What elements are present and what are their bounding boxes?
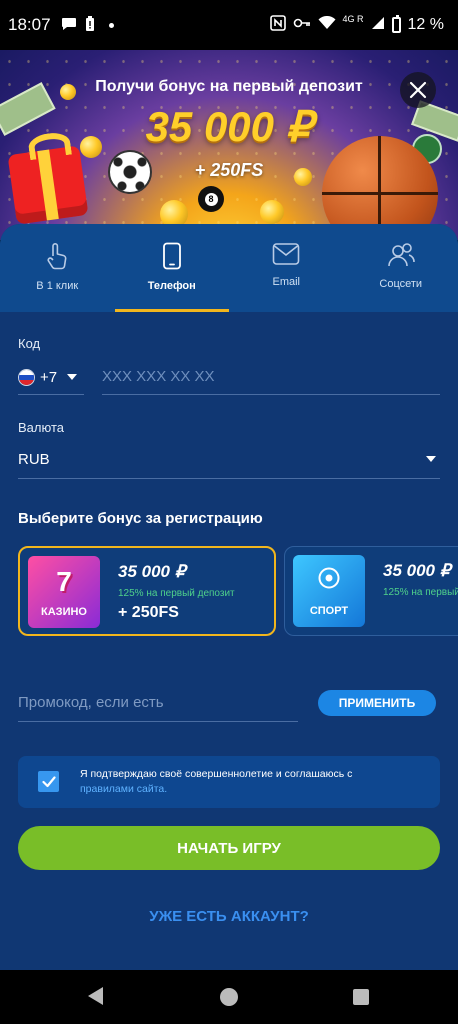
coin-image [260,200,284,224]
russia-flag-icon [18,368,35,386]
tab-label: Email [272,276,300,288]
battery-alert-icon [85,15,95,35]
currency-select[interactable]: RUB [18,444,440,474]
battery-icon [391,15,401,33]
consent-text: Я подтверждаю своё совершеннолетие и сог… [80,767,420,797]
consent-box: Я подтверждаю своё совершеннолетие и сог… [18,756,440,808]
recent-apps-icon[interactable] [353,989,369,1005]
bonus-card-casino[interactable]: 7 КАЗИНО 35 000 ₽ 125% на первый депозит… [18,546,276,636]
home-icon[interactable] [220,988,238,1006]
close-icon [409,81,427,99]
apply-promo-button[interactable]: ПРИМЕНИТЬ [318,690,436,716]
currency-value: RUB [18,450,50,468]
nfc-icon [269,14,286,36]
code-label: Код [18,336,41,351]
registration-panel: В 1 клик Телефон Email Соцсети Код +7 Ва… [0,224,458,970]
country-code-value: +7 [40,368,58,386]
billiard-ball-image: 8 [198,186,224,212]
mail-icon [272,243,300,265]
bonus-description: 125% на первый депозит [383,587,458,598]
check-icon [41,775,56,787]
status-right: 4G R 12 % [269,14,444,36]
bonus-amount: 35 000 ₽ [383,561,451,580]
promo-underline [18,721,298,722]
code-underline [18,394,84,395]
currency-label: Валюта [18,420,64,435]
bonus-name: СПОРТ [309,605,349,617]
chevron-down-icon [426,456,436,462]
wifi-icon [318,15,336,35]
key-icon [293,16,311,34]
users-icon [387,243,415,267]
tab-one-click[interactable]: В 1 клик [0,224,115,312]
tab-label: Телефон [147,280,196,292]
bonus-description: 125% на первый депозит [118,588,235,599]
bonus-amount: 35 000 ₽ [118,562,186,581]
chevron-down-icon [67,374,78,380]
tab-phone[interactable]: Телефон [114,224,230,312]
status-time: 18:07 [8,15,51,34]
system-nav-bar [0,970,458,1024]
soccer-ball-icon [318,567,340,589]
consent-checkbox[interactable] [38,771,59,792]
seven-icon: 7 [56,566,72,597]
close-button[interactable] [400,72,436,108]
signal-icon [371,16,385,35]
network-label: 4G [342,14,355,24]
tab-label: Соцсети [379,278,423,290]
tab-email[interactable]: Email [229,224,344,312]
casino-image: 7 КАЗИНО [28,556,100,628]
bonus-name: КАЗИНО [41,606,87,618]
country-code-select[interactable]: +7 [18,362,84,392]
promo-banner: 8 Получи бонус на первый депозит 35 000 … [0,50,458,240]
network-type: 4G R [343,14,364,24]
login-link[interactable]: УЖЕ ЕСТЬ АККАУНТ? [0,908,458,925]
gift-image [7,145,89,225]
site-rules-link[interactable]: правилами сайта. [80,783,167,795]
start-game-button[interactable]: НАЧАТЬ ИГРУ [18,826,440,870]
bonus-card-sport[interactable]: СПОРТ 35 000 ₽ 125% на первый депозит [284,546,458,636]
promo-code-input[interactable] [18,686,298,718]
banner-free-spins: + 250FS [194,160,264,180]
tab-label: В 1 клик [36,280,79,292]
tap-icon [47,243,67,270]
currency-underline [18,478,440,479]
back-icon[interactable] [88,987,103,1005]
notification-dot-icon [108,22,114,28]
chat-notification-icon [61,17,77,34]
consent-label: Я подтверждаю своё совершеннолетие и сог… [80,768,353,780]
phone-icon [162,242,181,270]
phone-underline [102,394,440,395]
tab-social[interactable]: Соцсети [344,224,458,312]
phone-input[interactable] [102,360,438,392]
battery-percent: 12 % [407,16,444,33]
registration-tabs: В 1 клик Телефон Email Соцсети [0,224,458,312]
bonus-title: Выберите бонус за регистрацию [18,510,263,527]
banner-title: Получи бонус на первый депозит [95,78,363,95]
bonus-free-spins: + 250FS [118,604,179,621]
roaming-label: R [357,14,364,24]
status-bar: 18:07 4G R 12 % [0,0,458,50]
banner-amount: 35 000 ₽ [145,103,313,150]
sport-image: СПОРТ [293,555,365,627]
